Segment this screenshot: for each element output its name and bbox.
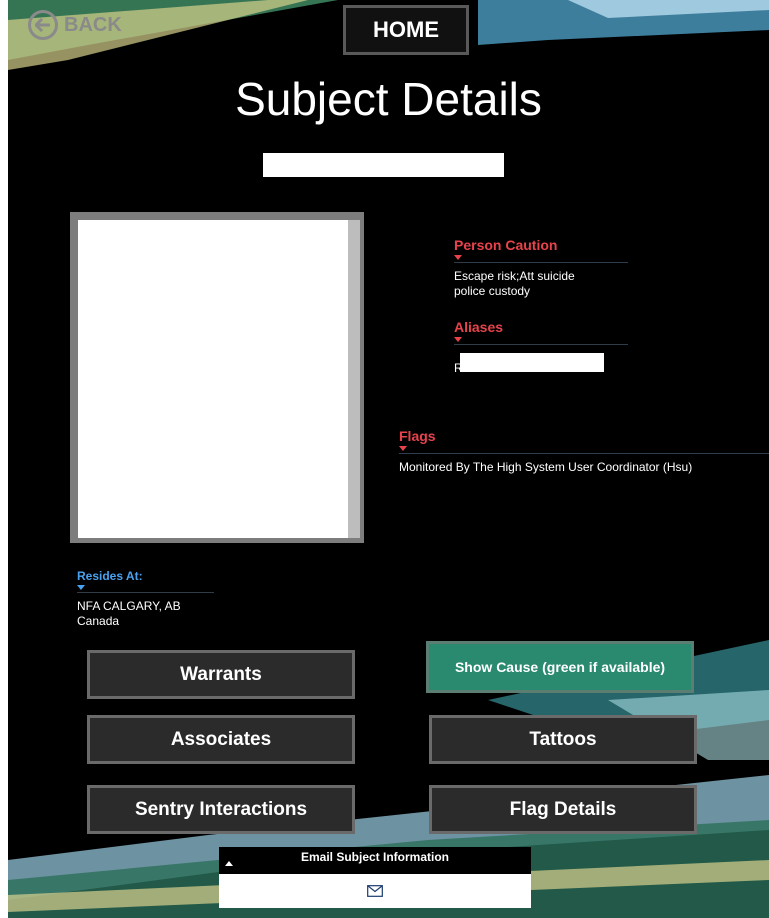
associates-button[interactable]: Associates <box>87 715 355 764</box>
email-subject-header: Email Subject Information <box>219 847 531 875</box>
flags-label: Flags <box>399 428 436 444</box>
email-expand-icon[interactable] <box>225 861 233 866</box>
email-subject-label: Email Subject Information <box>300 850 450 864</box>
person-caution-label: Person Caution <box>454 237 558 253</box>
email-subject-button[interactable] <box>219 874 531 908</box>
aliases-collapse-icon[interactable] <box>454 337 462 342</box>
envelope-icon <box>367 885 383 897</box>
sentry-interactions-button[interactable]: Sentry Interactions <box>87 785 355 834</box>
subject-name-redaction <box>263 153 504 177</box>
back-label: BACK <box>64 13 122 36</box>
aliases-label: Aliases <box>454 319 504 335</box>
flags-divider <box>399 453 769 454</box>
flag-details-button[interactable]: Flag Details <box>429 785 697 834</box>
resides-at-value: NFA CALGARY, AB Canada <box>77 599 181 628</box>
show-cause-button[interactable]: Show Cause (green if available) <box>426 641 694 693</box>
page-title: Subject Details <box>235 73 542 125</box>
aliases-divider <box>454 344 628 345</box>
resides-collapse-icon[interactable] <box>77 585 85 590</box>
person-caution-line-2: police custody <box>454 284 531 298</box>
warrants-button[interactable]: Warrants <box>87 650 355 699</box>
flags-collapse-icon[interactable] <box>399 446 407 451</box>
flags-section: Flags Monitored By The High System User … <box>399 428 769 475</box>
caution-divider <box>454 262 628 263</box>
resides-at-section: Resides At: NFA CALGARY, AB Canada <box>77 569 214 629</box>
subject-photo-redaction <box>78 220 348 538</box>
resides-at-label: Resides At: <box>77 569 143 583</box>
person-caution-line-1: Escape risk;Att suicide <box>454 269 575 283</box>
app-window: BACK HOME Subject Details Person Caution… <box>8 0 769 918</box>
person-caution-section: Person Caution Escape risk;Att suicide p… <box>454 237 628 299</box>
resides-divider <box>77 592 214 593</box>
back-arrow-icon <box>28 10 58 40</box>
alias-redaction <box>460 353 604 372</box>
flags-value: Monitored By The High System User Coordi… <box>399 460 693 474</box>
caution-collapse-icon[interactable] <box>454 255 462 260</box>
home-button[interactable]: HOME <box>343 5 469 55</box>
subject-photo-edge <box>348 220 360 538</box>
back-button[interactable]: BACK <box>28 10 122 40</box>
tattoos-button[interactable]: Tattoos <box>429 715 697 764</box>
